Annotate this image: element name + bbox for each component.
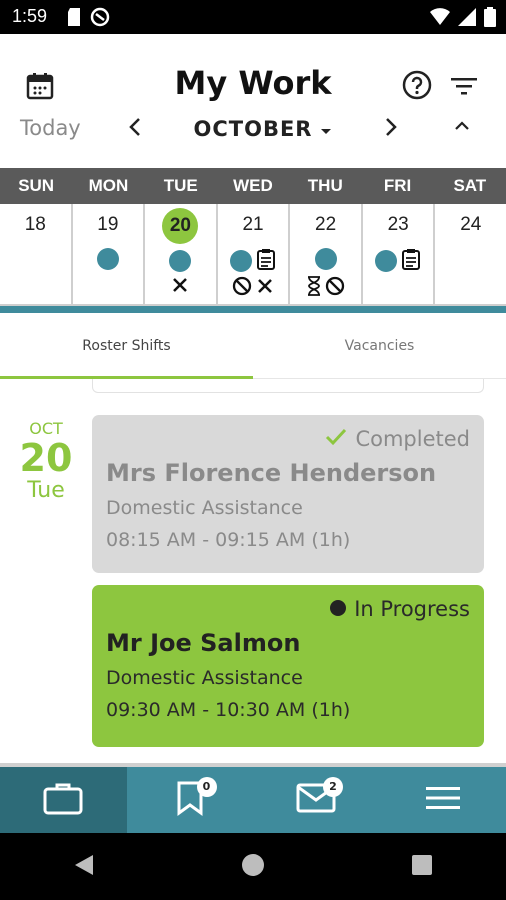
day-cell[interactable]: 18	[0, 204, 73, 304]
nav-my-work[interactable]	[0, 767, 127, 833]
hourglass-icon	[307, 276, 321, 300]
weekday-name: SUN	[18, 176, 55, 195]
day-number: 19	[97, 214, 119, 235]
ban-icon	[232, 276, 252, 300]
calendar-divider	[0, 306, 506, 313]
weekday-name: FRI	[383, 176, 412, 195]
day-number-selected: 20	[162, 208, 199, 244]
day-cell[interactable]: 24	[435, 204, 506, 304]
status-label: Completed	[355, 427, 470, 451]
help-icon[interactable]	[400, 68, 434, 102]
briefcase-icon	[43, 781, 83, 819]
sd-card-icon	[66, 7, 82, 31]
nav-messages[interactable]: 2	[253, 767, 380, 833]
service-type: Domestic Assistance	[106, 497, 303, 519]
signal-icon	[458, 8, 476, 30]
bottom-navigation: 0 2	[0, 763, 506, 833]
day-cell[interactable]: 19	[72, 204, 146, 304]
next-month-icon[interactable]	[384, 117, 398, 141]
status-time: 1:59	[12, 6, 48, 26]
app-header: My Work Today OCTOBER	[0, 34, 506, 168]
client-name: Mrs Florence Henderson	[106, 459, 437, 487]
chevron-down-icon	[320, 117, 332, 141]
check-icon	[325, 427, 347, 451]
month-selector[interactable]: OCTOBER	[194, 117, 333, 141]
weekday-name: TUE	[163, 176, 198, 195]
service-type: Domestic Assistance	[106, 667, 303, 689]
recents-icon[interactable]	[411, 854, 433, 880]
shift-dot-icon	[169, 250, 192, 272]
shift-time: 09:30 AM - 10:30 AM (1h)	[106, 699, 351, 721]
weekday-name: WED	[233, 176, 273, 195]
status-badge: Completed	[325, 427, 470, 451]
tab-vacancies[interactable]: Vacancies	[253, 313, 506, 378]
day-cell[interactable]: 23	[362, 204, 436, 304]
shift-card[interactable]: Completed Mrs Florence Henderson Domesti…	[92, 415, 484, 573]
day-cell[interactable]: 21	[217, 204, 291, 304]
shift-dot-icon	[96, 248, 119, 270]
day-number: 21	[242, 214, 264, 235]
bookmark-badge: 0	[196, 777, 217, 797]
month-label: OCTOBER	[193, 117, 313, 141]
day-number: 22	[315, 214, 337, 235]
month-navigation: OCTOBER	[128, 114, 398, 144]
date-weekday: Tue	[27, 478, 65, 503]
prev-month-icon[interactable]	[128, 117, 142, 141]
date-block: OCT 20 Tue	[0, 419, 92, 503]
day-cell-selected[interactable]: 20	[145, 204, 218, 304]
date-day: 20	[19, 436, 73, 480]
shift-dot-icon	[314, 248, 337, 270]
back-icon[interactable]	[73, 853, 95, 881]
nav-menu[interactable]	[380, 767, 506, 833]
notes-icon	[256, 248, 276, 274]
day-number: 18	[24, 214, 46, 235]
system-navigation-bar	[0, 833, 506, 900]
cross-icon	[256, 277, 274, 299]
wifi-icon	[430, 8, 450, 30]
shift-list[interactable]: OCT 20 Tue Completed Mrs Florence Hender…	[0, 379, 506, 763]
day-number: 24	[460, 214, 482, 235]
tab-roster-shifts[interactable]: Roster Shifts	[0, 313, 253, 379]
mail-badge: 2	[323, 777, 343, 797]
shift-time: 08:15 AM - 09:15 AM (1h)	[106, 529, 351, 551]
battery-icon	[484, 7, 496, 31]
ban-icon	[325, 276, 345, 300]
status-label: In Progress	[354, 597, 470, 621]
shift-card[interactable]: In Progress Mr Joe Salmon Domestic Assis…	[92, 585, 484, 747]
status-badge: In Progress	[330, 597, 470, 621]
home-icon[interactable]	[241, 853, 265, 881]
weekday-name: SAT	[453, 176, 487, 195]
status-bar: 1:59	[0, 0, 506, 34]
collapse-chevron-up-icon[interactable]	[450, 114, 474, 138]
today-button[interactable]: Today	[20, 116, 81, 140]
notes-icon	[401, 248, 421, 274]
dot-icon	[330, 597, 347, 621]
cross-icon	[171, 276, 189, 298]
tab-bar: Roster Shifts Vacancies	[0, 313, 506, 379]
hamburger-menu-icon	[425, 785, 460, 815]
previous-card-edge	[92, 379, 484, 393]
weekday-name: THU	[307, 176, 343, 195]
client-name: Mr Joe Salmon	[106, 629, 301, 657]
sync-icon	[90, 7, 110, 31]
shift-dot-icon	[230, 250, 253, 272]
weekday-name: MON	[88, 176, 129, 195]
week-row: 18 19 20 21 22 23 24	[0, 204, 506, 306]
shift-dot-icon	[375, 250, 398, 272]
day-number: 23	[387, 214, 409, 235]
weekday-header: SUN MON TUE WED THU FRI SAT	[0, 168, 506, 204]
filter-icon[interactable]	[448, 70, 480, 102]
day-cell[interactable]: 22	[290, 204, 363, 304]
nav-bookmarks[interactable]: 0	[127, 767, 254, 833]
